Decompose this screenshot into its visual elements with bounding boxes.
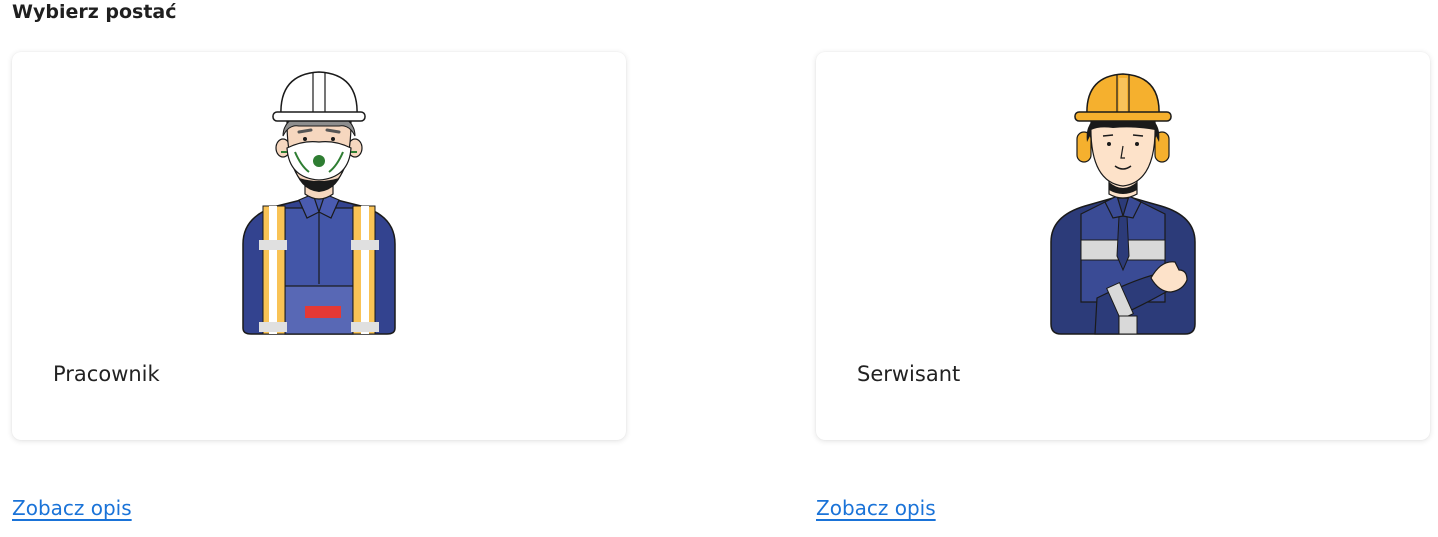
character-label: Pracownik [53, 362, 160, 386]
see-description-link-pracownik[interactable]: Zobacz opis [12, 495, 132, 521]
see-description-link-serwisant[interactable]: Zobacz opis [816, 495, 936, 521]
character-card-pracownik[interactable]: Pracownik [12, 52, 626, 440]
worker-with-mask-avatar-icon [242, 71, 396, 335]
page-title: Wybierz postać [12, 1, 177, 23]
service-technician-avatar-icon [1050, 73, 1196, 335]
character-card-serwisant[interactable]: Serwisant [816, 52, 1430, 440]
character-label: Serwisant [857, 362, 961, 386]
